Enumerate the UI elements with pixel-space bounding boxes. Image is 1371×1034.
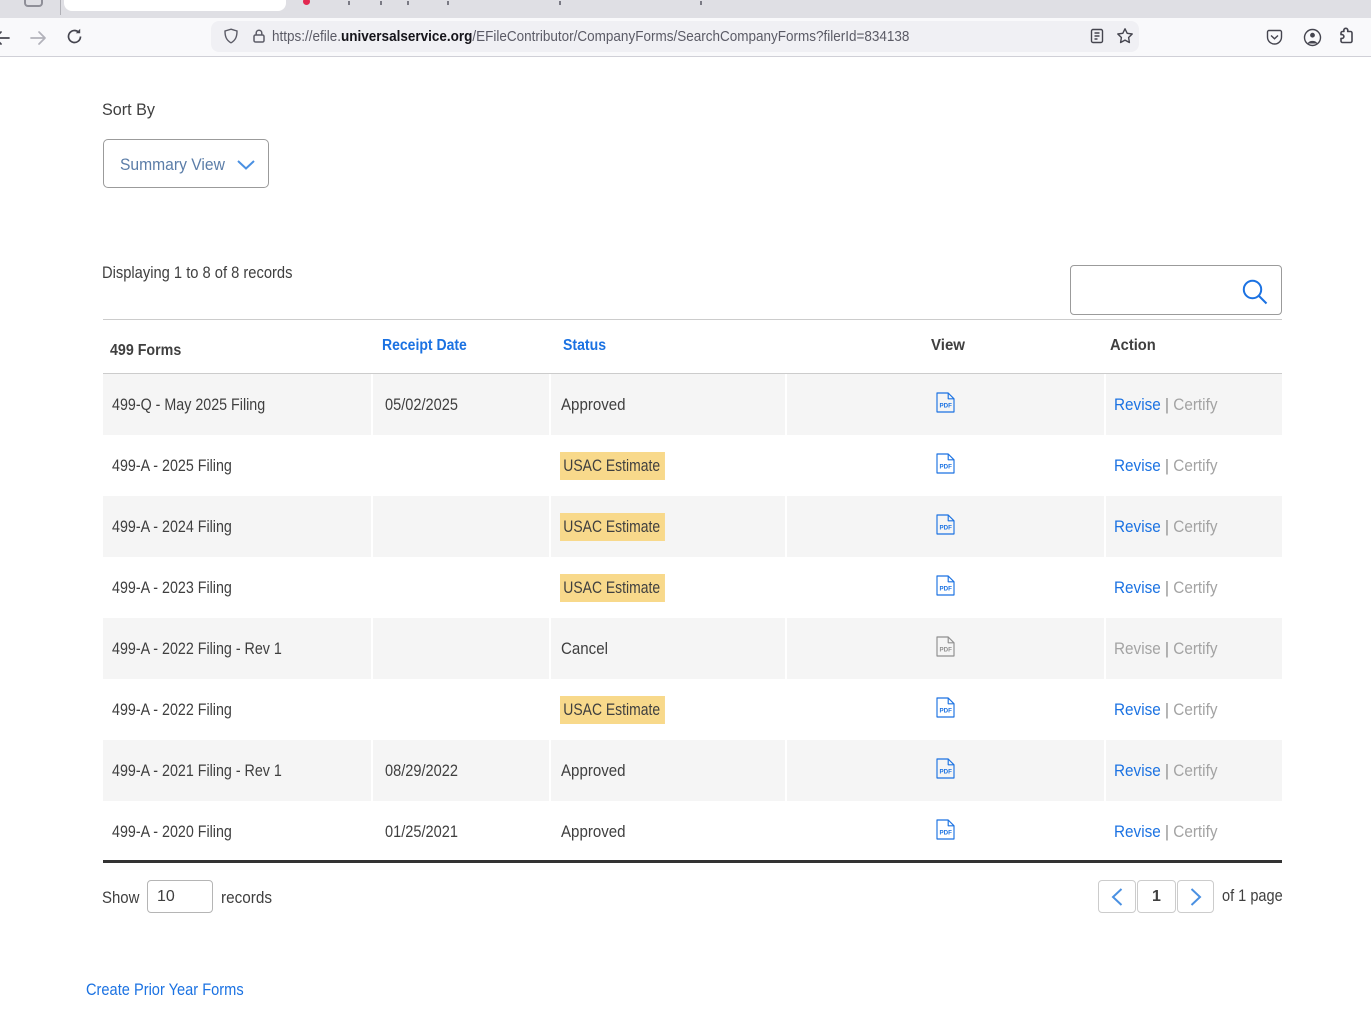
svg-text:PDF: PDF (940, 524, 953, 531)
svg-text:PDF: PDF (940, 829, 953, 836)
svg-text:PDF: PDF (940, 402, 953, 409)
svg-text:PDF: PDF (940, 646, 953, 653)
svg-text:PDF: PDF (940, 585, 953, 592)
svg-text:PDF: PDF (940, 463, 953, 470)
svg-text:PDF: PDF (940, 707, 953, 714)
svg-text:PDF: PDF (940, 768, 953, 775)
